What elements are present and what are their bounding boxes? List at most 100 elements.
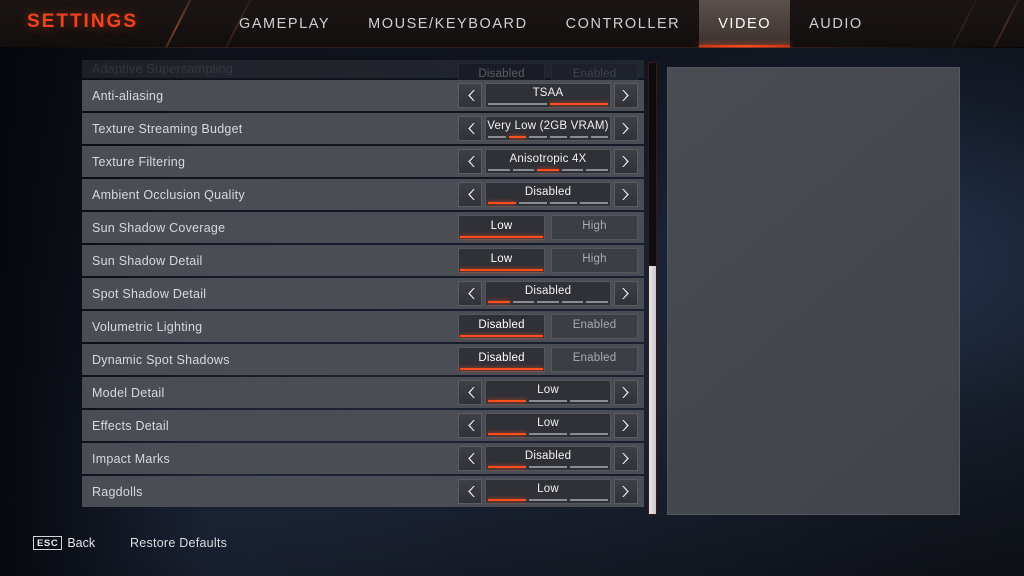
chevron-right-icon[interactable] [614,83,638,108]
chevron-right-icon[interactable] [614,446,638,471]
setting-value-text: Disabled [524,450,572,463]
toggle-option[interactable]: Low [458,215,545,240]
scrollbar-thumb[interactable] [649,266,656,514]
setting-control[interactable]: Disabled Enabled [458,346,638,373]
toggle-option[interactable]: Low [458,248,545,273]
toggle-control[interactable]: Disabled Enabled [458,313,638,340]
setting-control[interactable]: Low [458,412,638,439]
toggle-option[interactable]: Disabled [458,347,545,372]
settings-list[interactable]: Adaptive Supersampling Disabled Enabled Ant… [82,60,644,515]
settings-row[interactable]: Volumetric Lighting Disabled Enabled [82,311,644,342]
settings-row[interactable]: Dynamic Spot Shadows Disabled Enabled [82,344,644,375]
stepper-control[interactable]: Disabled [458,445,638,472]
toggle-option-label: Disabled [478,351,525,364]
settings-row[interactable]: Texture Filtering Anisotropic 4X [82,146,644,177]
setting-control[interactable]: Low High [458,247,638,274]
setting-value: Low [485,413,611,438]
stepper-control[interactable]: TSAA [458,82,638,109]
setting-control[interactable]: Anisotropic 4X [458,148,638,175]
tab-label: CONTROLLER [565,16,681,32]
settings-row[interactable]: Ragdolls Low [82,476,644,507]
chevron-right-icon[interactable] [614,380,638,405]
tab-label: AUDIO [809,16,863,32]
setting-control[interactable]: Low [458,478,638,505]
toggle-option-label: High [582,252,607,265]
setting-value-text: Disabled [524,186,572,199]
header-diagonal-accent-icon [982,0,1024,48]
header-diagonal-accent-icon [154,0,200,48]
stepper-control[interactable]: Disabled [458,181,638,208]
setting-control[interactable]: Disabled Enabled [458,313,638,340]
level-segment [570,433,608,435]
setting-label: Model Detail [92,385,165,400]
setting-control[interactable]: Disabled [458,181,638,208]
chevron-right-icon[interactable] [614,413,638,438]
stepper-control[interactable]: Very Low (2GB VRAM) [458,115,638,142]
tab-video[interactable]: VIDEO [699,0,791,48]
level-segment [570,400,608,402]
tab-audio[interactable]: AUDIO [790,0,882,48]
tab-controller[interactable]: CONTROLLER [547,0,700,48]
chevron-right-icon[interactable] [614,182,638,207]
setting-control[interactable]: Very Low (2GB VRAM) [458,115,638,142]
toggle-option[interactable]: Enabled [551,314,638,339]
chevron-left-icon[interactable] [458,149,482,174]
chevron-left-icon[interactable] [458,413,482,438]
toggle-control[interactable]: Low High [458,247,638,274]
stepper-control[interactable]: Disabled [458,280,638,307]
toggle-option[interactable]: High [551,215,638,240]
toggle-control[interactable]: Low High [458,214,638,241]
chevron-right-icon[interactable] [614,116,638,141]
chevron-right-icon[interactable] [614,281,638,306]
chevron-left-icon[interactable] [458,479,482,504]
setting-value-text: Low [537,417,559,430]
back-button[interactable]: ESC Back [33,536,95,550]
settings-row[interactable]: Model Detail Low [82,377,644,408]
restore-defaults-button[interactable]: Restore Defaults [130,536,227,550]
settings-row[interactable]: Effects Detail Low [82,410,644,441]
setting-value: Disabled [485,281,611,306]
level-segment [512,301,535,303]
chevron-left-icon[interactable] [458,116,482,141]
setting-control[interactable]: Low [458,379,638,406]
setting-control[interactable]: Low High [458,214,638,241]
header-divider [0,47,1024,48]
settings-row[interactable]: Impact Marks Disabled [82,443,644,474]
chevron-left-icon[interactable] [458,182,482,207]
settings-row[interactable]: Sun Shadow Detail Low High [82,245,644,276]
settings-row[interactable]: Texture Streaming Budget Very Low (2GB VR… [82,113,644,144]
toggle-option[interactable]: Disabled [458,314,545,339]
chevron-left-icon[interactable] [458,380,482,405]
chevron-right-icon[interactable] [614,149,638,174]
settings-row[interactable]: Anti-aliasing TSAA [82,80,644,111]
tab-gameplay[interactable]: GAMEPLAY [220,0,349,48]
setting-control[interactable]: Disabled [458,280,638,307]
stepper-control[interactable]: Anisotropic 4X [458,148,638,175]
tab-mouse-keyboard[interactable]: MOUSE/KEYBOARD [349,0,546,48]
stepper-control[interactable]: Low [458,412,638,439]
settings-row[interactable]: Ambient Occlusion Quality Disabled [82,179,644,210]
chevron-right-icon[interactable] [614,479,638,504]
toggle-option[interactable]: High [551,248,638,273]
chevron-left-icon[interactable] [458,446,482,471]
setting-level-indicator [488,499,608,501]
page-title: SETTINGS [27,11,139,32]
setting-label: Effects Detail [92,418,169,433]
level-segment [537,169,559,171]
setting-control[interactable]: Disabled [458,445,638,472]
settings-row[interactable]: Spot Shadow Detail Disabled [82,278,644,309]
toggle-control[interactable]: Disabled Enabled [458,346,638,373]
settings-row[interactable]: Adaptive Supersampling Disabled Enabled [82,60,644,88]
setting-label: Sun Shadow Coverage [92,220,226,235]
stepper-control[interactable]: Low [458,478,638,505]
stepper-control[interactable]: Low [458,379,638,406]
level-segment [529,499,567,501]
setting-value-text: Anisotropic 4X [509,153,587,166]
toggle-option-label: Disabled [478,67,525,80]
settings-row[interactable]: Sun Shadow Coverage Low High [82,212,644,243]
setting-control[interactable]: TSAA [458,82,638,109]
toggle-option[interactable]: Enabled [551,347,638,372]
chevron-left-icon[interactable] [458,281,482,306]
chevron-left-icon[interactable] [458,83,482,108]
toggle-option-label: Disabled [478,318,525,331]
